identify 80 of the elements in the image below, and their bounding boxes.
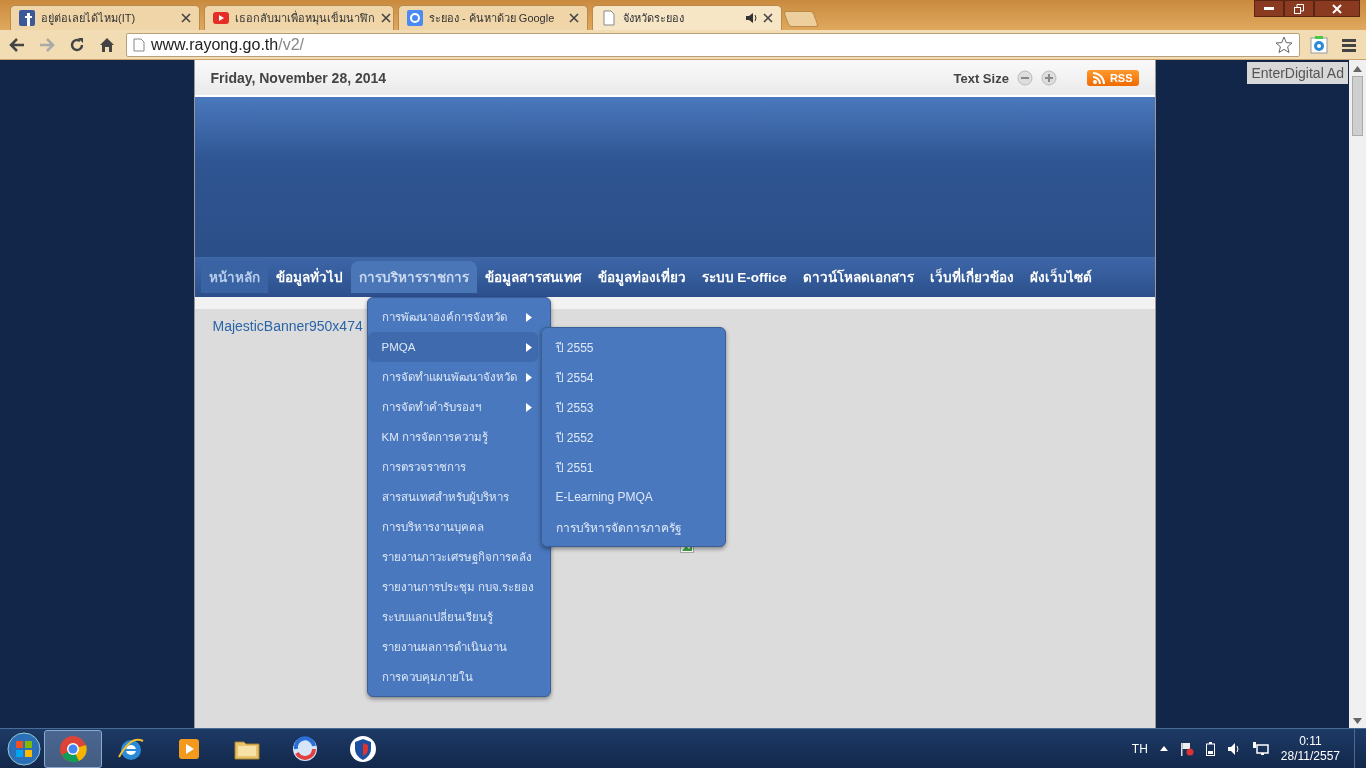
- page-icon: [133, 37, 145, 52]
- text-size-label: Text Size: [953, 70, 1009, 86]
- nav-item[interactable]: ข้อมูลสารสนเทศ: [476, 261, 590, 293]
- menu-item[interactable]: การบริหารจัดการภาครัฐ: [541, 512, 725, 542]
- volume-icon[interactable]: [1226, 741, 1241, 756]
- browser-tab[interactable]: จังหวัดระยอง: [592, 5, 782, 30]
- browser-tab[interactable]: ระยอง - ค้นหาด้วย Google: [398, 5, 588, 30]
- menu-item[interactable]: การบริหารงานบุคคล: [367, 512, 538, 542]
- restore-icon: [1294, 3, 1304, 14]
- close-button[interactable]: [1314, 0, 1360, 17]
- menu-item[interactable]: รายงานภาวะเศรษฐกิจการคลัง: [367, 542, 538, 572]
- menu-item[interactable]: การพัฒนาองค์การจังหวัด: [367, 302, 538, 332]
- menu-item[interactable]: การตรวจราชการ: [367, 452, 538, 482]
- nav-item[interactable]: เว็บที่เกี่ยวข้อง: [921, 261, 1022, 293]
- menu-item[interactable]: ระบบแลกเปลี่ยนเรียนรู้: [367, 602, 538, 632]
- clock-date[interactable]: 28/11/2557: [1280, 748, 1340, 764]
- facebook-icon: [19, 10, 35, 26]
- menu-item[interactable]: E-Learning PMQA: [541, 482, 725, 512]
- flag-icon[interactable]: [1179, 741, 1194, 756]
- minimize-icon: [1264, 6, 1274, 11]
- menu-item[interactable]: ปี 2553: [541, 392, 725, 422]
- network-icon[interactable]: [1252, 741, 1269, 756]
- battery-icon[interactable]: [1205, 741, 1215, 756]
- nav-item[interactable]: การบริหารราชการ: [350, 261, 477, 293]
- scroll-down-icon[interactable]: [1353, 718, 1362, 724]
- menu-item[interactable]: สารสนเทศสำหรับผู้บริหาร: [367, 482, 538, 512]
- url-host: www.rayong.go.th: [151, 35, 279, 53]
- menu-item[interactable]: รายงานการประชุม กบจ.ระยอง: [367, 572, 538, 602]
- language-indicator[interactable]: TH: [1131, 741, 1148, 756]
- nav-item[interactable]: ระบบ E-office: [693, 261, 795, 293]
- date-text: Friday, November 28, 2014: [210, 70, 388, 86]
- menu-item[interactable]: ปี 2551: [541, 452, 725, 482]
- close-icon[interactable]: [381, 13, 391, 23]
- back-icon[interactable]: [8, 35, 26, 54]
- rss-icon: [1092, 72, 1105, 84]
- ad-label[interactable]: EnterDigital Ad: [1247, 62, 1348, 84]
- decrease-icon[interactable]: [1016, 70, 1033, 86]
- address-bar[interactable]: www.rayong.go.th/v2/: [126, 32, 1300, 57]
- reload-icon[interactable]: [68, 35, 86, 54]
- search-engine-icon: [407, 10, 423, 26]
- scroll-up-icon[interactable]: [1353, 66, 1362, 72]
- shield-icon: [349, 734, 377, 763]
- banner-link[interactable]: MajesticBanner950x474: [212, 318, 363, 334]
- browser-logo-icon[interactable]: [1310, 35, 1328, 54]
- scroll-thumb[interactable]: [1352, 76, 1363, 136]
- menu-item[interactable]: ปี 2555: [541, 332, 725, 362]
- menu-item[interactable]: การจัดทำคำรับรองฯ: [367, 392, 538, 422]
- menu-item[interactable]: การควบคุมภายใน: [367, 662, 538, 692]
- minimize-button[interactable]: [1254, 0, 1284, 17]
- nav-item[interactable]: ข้อมูลท่องเที่ยว: [589, 261, 694, 293]
- close-icon[interactable]: [181, 13, 191, 23]
- video-play-icon: [213, 10, 229, 26]
- nav-item[interactable]: ดาวน์โหลดเอกสาร: [794, 261, 922, 293]
- rss-button[interactable]: RSS: [1086, 70, 1139, 86]
- menu-item[interactable]: PMQA: [367, 332, 538, 362]
- nav-item[interactable]: ข้อมูลทั่วไป: [267, 261, 351, 293]
- page-icon: [601, 10, 617, 26]
- home-icon[interactable]: [98, 35, 116, 54]
- browser-tab[interactable]: อยู่ต่อเลยได้ไหม(IT): [10, 5, 200, 30]
- scrollbar[interactable]: [1349, 60, 1366, 728]
- swirl-icon: [291, 734, 319, 763]
- browser-tab[interactable]: เธอกลับมาเพื่อหมุนเข็มนาฬิก: [204, 5, 394, 30]
- start-button[interactable]: [4, 729, 44, 768]
- restore-button[interactable]: [1284, 0, 1314, 17]
- close-icon[interactable]: [569, 13, 579, 23]
- menu-item[interactable]: การจัดทำแผนพัฒนาจังหวัด: [367, 362, 538, 392]
- url-path: /v2/: [278, 35, 304, 53]
- taskbar-button[interactable]: [44, 729, 102, 768]
- menu-item[interactable]: KM การจัดการความรู้: [367, 422, 538, 452]
- tray-expand-icon[interactable]: [1159, 746, 1168, 751]
- nav-item[interactable]: ผังเว็บไซต์: [1021, 261, 1100, 293]
- close-icon[interactable]: [763, 13, 773, 23]
- star-icon[interactable]: [1275, 35, 1293, 54]
- clock-time[interactable]: 0:11: [1299, 733, 1322, 749]
- close-icon: [1332, 3, 1342, 14]
- browser-icon: [59, 734, 87, 763]
- menu-item[interactable]: ปี 2554: [541, 362, 725, 392]
- menu-item[interactable]: รายงานผลการดำเนินงาน: [367, 632, 538, 662]
- menu-item[interactable]: ปี 2552: [541, 422, 725, 452]
- increase-icon[interactable]: [1040, 70, 1057, 86]
